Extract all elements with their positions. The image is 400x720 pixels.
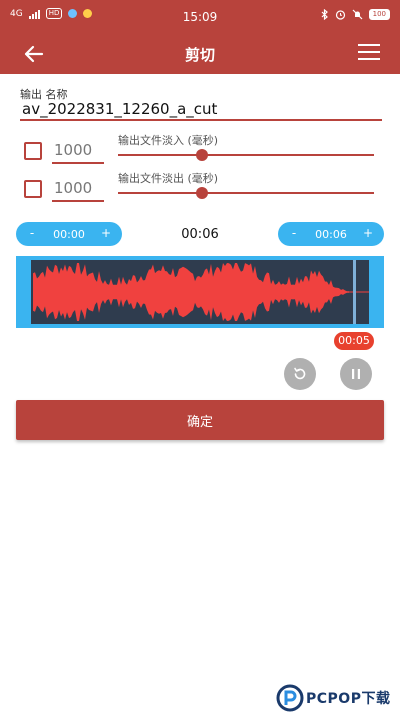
fade-in-row: 输出文件淡入 (毫秒) [0,134,400,170]
fade-in-checkbox[interactable] [24,142,42,160]
start-time-increment-button[interactable]: + [98,226,114,240]
fade-out-checkbox[interactable] [24,180,42,198]
waveform-selection[interactable] [16,256,384,328]
fade-out-slider[interactable] [118,187,374,199]
pause-button[interactable] [340,358,372,390]
alarm-icon [335,10,345,20]
start-time-decrement-button[interactable]: - [24,226,40,240]
fade-out-slider-thumb[interactable] [196,187,209,199]
silent-icon [352,9,363,20]
fade-in-slider-thumb[interactable] [196,149,209,161]
playhead-marker[interactable] [352,260,356,324]
waveform-display[interactable] [31,260,369,324]
fade-in-slider[interactable] [118,149,374,161]
watermark-text: PCPOP下载 [306,691,391,707]
fade-out-label: 输出文件淡出 (毫秒) [118,172,219,185]
fade-in-label: 输出文件淡入 (毫秒) [118,134,219,147]
app-toolbar: 剪切 [0,34,400,74]
status-right: 100 [321,9,390,20]
page-title: 剪切 [184,46,215,64]
start-time-value: 00:00 [53,228,85,241]
waveform-shape [33,263,349,321]
reset-icon [294,367,306,380]
output-name-input[interactable] [20,99,382,121]
fade-out-row: 输出文件淡出 (毫秒) [0,172,400,208]
status-bar: 4G HD 15:09 100 [0,0,400,34]
end-time-decrement-button[interactable]: - [286,226,302,240]
confirm-button[interactable]: 确定 [16,400,384,440]
battery-icon: 100 [368,9,390,20]
bluetooth-icon [321,9,328,20]
fade-in-value-input[interactable] [52,138,104,164]
start-time-control: - 00:00 + [16,222,122,246]
end-time-value: 00:06 [315,228,347,241]
current-position-badge: 00:05 [334,332,374,350]
selection-duration: 00:06 [181,227,219,242]
end-time-increment-button[interactable]: + [360,226,376,240]
fade-out-value-input[interactable] [52,176,104,202]
end-time-control: - 00:06 + [278,222,384,246]
pcpop-logo-icon [276,684,304,712]
reset-button[interactable] [284,358,316,390]
waveform-graph [33,263,369,321]
watermark-logo: PCPOP下载 [276,684,400,716]
hamburger-menu-icon[interactable] [358,44,380,64]
pause-icon [352,369,360,379]
